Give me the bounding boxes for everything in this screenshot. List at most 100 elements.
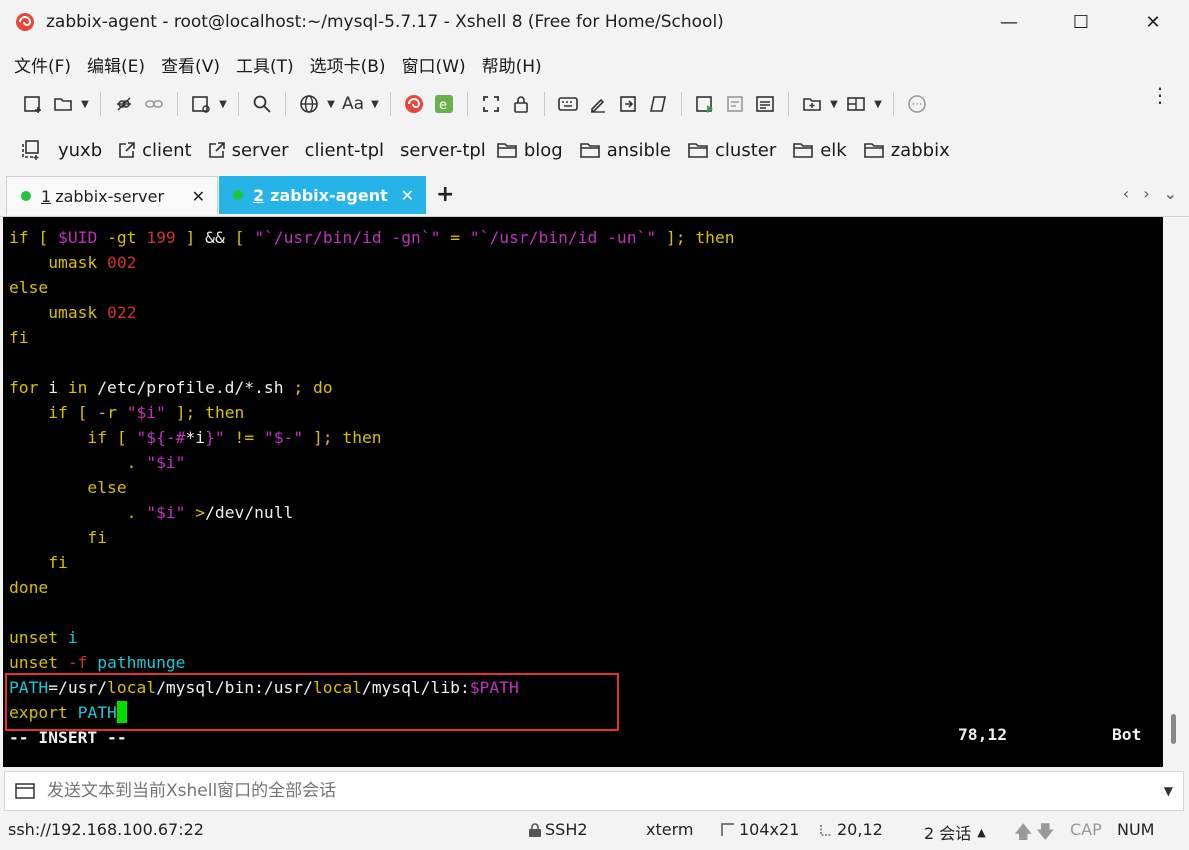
menu-bar: 文件(F) 编辑(E) 查看(V) 工具(T) 选项卡(B) 窗口(W) 帮助(… — [14, 50, 558, 78]
terminal-line-14: fi — [48, 553, 68, 572]
link-zabbix[interactable]: zabbix — [863, 140, 950, 161]
terminal-line-9: if [ "${-#*i}" != "$-" ]; then — [87, 428, 382, 447]
transfer-icon[interactable] — [613, 89, 643, 119]
link-client-tpl[interactable]: client-tpl — [305, 140, 384, 161]
minimize-button[interactable]: — — [973, 0, 1045, 44]
tab-index: 2 — [253, 185, 265, 205]
tab-label: zabbix-agent — [270, 185, 388, 205]
terminal-line-5: fi — [9, 328, 29, 347]
connection-address: ssh://192.168.100.67:22 — [8, 820, 204, 839]
script-icon[interactable] — [643, 89, 673, 119]
xftp-icon[interactable]: e — [429, 89, 459, 119]
external-link-icon — [208, 141, 226, 159]
globe-icon[interactable] — [294, 89, 324, 119]
link-yuxb[interactable]: yuxb — [20, 140, 102, 161]
arrow-up-icon[interactable]: 🡅 — [1014, 820, 1033, 850]
resize-icon — [721, 822, 734, 836]
chevron-down-icon[interactable]: ⌄ — [1164, 184, 1177, 203]
terminal-line-3: else — [9, 278, 49, 297]
terminal-line-13: fi — [87, 528, 108, 547]
terminal-line-12: . "$i" >/dev/null — [126, 503, 294, 522]
link-ansible[interactable]: ansible — [579, 140, 671, 161]
folder-icon — [496, 141, 518, 159]
menu-view[interactable]: 查看(V) — [161, 52, 220, 77]
search-icon[interactable] — [247, 89, 277, 119]
fullscreen-icon[interactable] — [476, 89, 506, 119]
layout-dropdown-icon[interactable]: ▼ — [871, 99, 885, 110]
font-icon[interactable]: Aa — [338, 89, 368, 119]
font-dropdown-icon[interactable]: ▼ — [368, 99, 382, 110]
menu-help[interactable]: 帮助(H) — [482, 52, 542, 77]
encoding-dropdown-icon[interactable]: ▼ — [324, 99, 338, 110]
open-dropdown-icon[interactable]: ▼ — [78, 99, 92, 110]
terminal-content: if [ $UID -gt 199 ] && [ "`/usr/bin/id -… — [9, 225, 735, 750]
terminal-line-1: if [ $UID -gt 199 ] && [ "`/usr/bin/id -… — [9, 228, 735, 247]
terminal-area[interactable]: if [ $UID -gt 199 ] && [ "`/usr/bin/id -… — [3, 217, 1163, 767]
link-elk[interactable]: elk — [792, 140, 847, 161]
layout-icon[interactable] — [841, 89, 871, 119]
terminal-line-7: for i in /etc/profile.d/*.sh ; do — [9, 378, 333, 397]
run-icon[interactable] — [690, 89, 720, 119]
pen-icon[interactable] — [583, 89, 613, 119]
new-tab-dropdown-icon[interactable]: ▼ — [827, 99, 841, 110]
link-cluster[interactable]: cluster — [687, 140, 776, 161]
svg-text:e: e — [439, 98, 447, 113]
toolbar-separator — [390, 92, 391, 116]
new-tab-icon[interactable] — [797, 89, 827, 119]
menu-file[interactable]: 文件(F) — [14, 52, 71, 77]
menu-tools[interactable]: 工具(T) — [236, 52, 294, 77]
send-dropdown-icon[interactable]: ▼ — [1164, 784, 1173, 798]
close-icon[interactable]: ✕ — [401, 186, 414, 205]
close-icon[interactable]: ✕ — [192, 187, 205, 206]
arrow-down-icon[interactable]: 🡇 — [1036, 820, 1055, 850]
menu-tabs[interactable]: 选项卡(B) — [310, 52, 386, 77]
disconnect-icon[interactable] — [109, 89, 139, 119]
close-button[interactable]: ✕ — [1117, 0, 1189, 44]
menu-edit[interactable]: 编辑(E) — [87, 52, 145, 77]
properties-icon[interactable] — [186, 89, 216, 119]
open-folder-icon[interactable] — [48, 89, 78, 119]
chat-icon[interactable] — [902, 89, 932, 119]
protocol-label: SSH2 — [545, 820, 588, 839]
send-text-bar: ▼ — [4, 771, 1184, 811]
chevron-right-icon[interactable]: › — [1143, 184, 1149, 203]
terminal-scrollbar[interactable] — [1163, 217, 1183, 767]
folder-icon — [863, 141, 885, 159]
toolbar-more-icon[interactable]: ⋮ — [1150, 85, 1170, 105]
lock-icon[interactable] — [506, 89, 536, 119]
link-blog[interactable]: blog — [496, 140, 563, 161]
maximize-button[interactable]: ☐ — [1045, 0, 1117, 44]
keyboard-icon[interactable] — [553, 89, 583, 119]
scrollbar-thumb[interactable] — [1171, 714, 1176, 744]
reconnect-icon[interactable] — [139, 89, 169, 119]
window-title: zabbix-agent - root@localhost:~/mysql-5.… — [46, 12, 724, 32]
title-bar: zabbix-agent - root@localhost:~/mysql-5.… — [0, 0, 1189, 44]
properties-dropdown-icon[interactable]: ▼ — [216, 99, 230, 110]
connected-status-icon — [21, 191, 31, 201]
toolbar-separator — [893, 92, 894, 116]
terminal-line-6 — [9, 350, 735, 375]
tab-zabbix-agent[interactable]: 2 zabbix-agent ✕ — [219, 176, 426, 214]
link-server-tpl[interactable]: server-tpl — [400, 140, 486, 161]
xshell-logo-icon — [14, 11, 36, 33]
link-server[interactable]: server — [208, 140, 289, 161]
menu-window[interactable]: 窗口(W) — [402, 52, 466, 77]
status-bar: ssh://192.168.100.67:22 SSH2 xterm 104x2… — [0, 815, 1189, 845]
toolbar-separator — [544, 92, 545, 116]
window-icon[interactable] — [15, 782, 35, 800]
xshell-window: zabbix-agent - root@localhost:~/mysql-5.… — [0, 0, 1189, 845]
xshell-icon[interactable] — [399, 89, 429, 119]
session-count[interactable]: 2 会话 ▲ — [924, 820, 986, 844]
chevron-left-icon[interactable]: ‹ — [1123, 184, 1129, 203]
send-text-input[interactable] — [45, 780, 1139, 802]
link-client[interactable]: client — [118, 140, 192, 161]
link-label: blog — [523, 139, 563, 161]
compose-icon[interactable] — [750, 89, 780, 119]
terminal-line-11: else — [87, 478, 127, 497]
tab-zabbix-server[interactable]: 1 zabbix-server ✕ — [6, 176, 218, 215]
log-icon[interactable] — [720, 89, 750, 119]
new-session-icon[interactable] — [18, 89, 48, 119]
add-tab-button[interactable]: + — [436, 182, 454, 207]
cursor-position: 20,12 — [818, 820, 883, 839]
toolbar-separator — [100, 92, 101, 116]
